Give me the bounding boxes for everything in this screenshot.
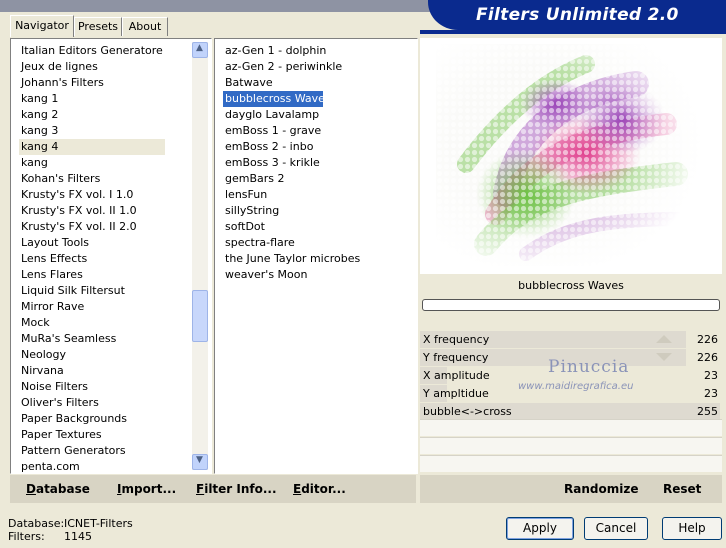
parameter-label: X frequency bbox=[423, 333, 490, 346]
filter-item[interactable]: sillyString bbox=[223, 203, 362, 219]
empty-parameter-row bbox=[420, 437, 722, 454]
category-list[interactable]: Italian Editors Generatore Jeux de lignes… bbox=[19, 43, 165, 475]
category-item[interactable]: kang 4 bbox=[19, 139, 165, 155]
watermark-url: www.maidiregrafica.eu bbox=[518, 381, 634, 392]
tab-about[interactable]: About bbox=[122, 17, 168, 36]
category-item[interactable]: Neology bbox=[19, 347, 165, 363]
scroll-up-button[interactable]: ▲ bbox=[192, 42, 208, 58]
parameter-label: Y ampltidue bbox=[423, 387, 489, 400]
category-item[interactable]: Pattern Generators bbox=[19, 443, 165, 459]
category-item[interactable]: Noise Filters bbox=[19, 379, 165, 395]
parameter-button-bar: Randomize Reset bbox=[420, 475, 722, 503]
filter-item[interactable]: gemBars 2 bbox=[223, 171, 362, 187]
slider-thumb[interactable] bbox=[656, 353, 672, 361]
window-top-strip bbox=[0, 0, 430, 12]
help-button[interactable]: Help bbox=[662, 517, 722, 540]
empty-parameter-row bbox=[420, 419, 722, 436]
parameter-value: 226 bbox=[697, 351, 718, 364]
category-item[interactable]: penta.com bbox=[19, 459, 165, 475]
category-item[interactable]: Jeux de lignes bbox=[19, 59, 165, 75]
parameter-value: 23 bbox=[704, 369, 718, 382]
slider-thumb[interactable] bbox=[656, 335, 672, 343]
filters-count-label: Filters: bbox=[8, 530, 45, 543]
filter-preview-image bbox=[436, 44, 704, 266]
parameter-label: X amplitude bbox=[423, 369, 490, 382]
category-item[interactable]: Nirvana bbox=[19, 363, 165, 379]
filter-item[interactable]: dayglo Lavalamp bbox=[223, 107, 362, 123]
parameter-spacer bbox=[420, 312, 722, 330]
scroll-thumb[interactable] bbox=[192, 290, 208, 342]
parameter-slider[interactable]: bubble<->cross 255 bbox=[420, 403, 722, 420]
category-item[interactable]: Krusty's FX vol. I 1.0 bbox=[19, 187, 165, 203]
database-value: ICNET-Filters bbox=[64, 517, 133, 530]
reset-button[interactable]: Reset bbox=[663, 482, 701, 496]
filter-item[interactable]: lensFun bbox=[223, 187, 362, 203]
category-item[interactable]: Paper Textures bbox=[19, 427, 165, 443]
filter-item[interactable]: softDot bbox=[223, 219, 362, 235]
filter-list[interactable]: az-Gen 1 - dolphin az-Gen 2 - periwinkle B… bbox=[223, 43, 362, 283]
category-list-panel[interactable]: Italian Editors Generatore Jeux de lignes… bbox=[10, 38, 212, 474]
tab-presets[interactable]: Presets bbox=[74, 17, 122, 36]
category-item[interactable]: Italian Editors Generatore bbox=[19, 43, 165, 59]
filter-item[interactable]: weaver's Moon bbox=[223, 267, 362, 283]
category-item[interactable]: Krusty's FX vol. II 1.0 bbox=[19, 203, 165, 219]
filters-count-value: 1145 bbox=[64, 530, 92, 543]
chevron-up-icon: ▲ bbox=[196, 43, 203, 53]
filter-item[interactable]: the June Taylor microbes bbox=[223, 251, 362, 267]
tab-navigator[interactable]: Navigator bbox=[10, 15, 74, 37]
title-banner: Filters Unlimited 2.0 bbox=[428, 0, 726, 30]
category-scrollbar[interactable]: ▲ ▼ bbox=[192, 42, 208, 470]
filter-item[interactable]: bubblecross Waves bbox=[223, 91, 331, 107]
category-item[interactable]: kang 1 bbox=[19, 91, 165, 107]
database-label: Database: bbox=[8, 517, 65, 530]
category-item[interactable]: kang 2 bbox=[19, 107, 165, 123]
parameter-value: 226 bbox=[697, 333, 718, 346]
cancel-button[interactable]: Cancel bbox=[584, 517, 648, 540]
category-item[interactable]: Liquid Silk Filtersut bbox=[19, 283, 165, 299]
apply-button[interactable]: Apply bbox=[506, 517, 574, 540]
parameter-slider[interactable]: X frequency 226 bbox=[420, 331, 722, 348]
preview-filter-name: bubblecross Waves bbox=[420, 276, 722, 296]
scroll-down-button[interactable]: ▼ bbox=[192, 454, 208, 470]
parameter-value: 23 bbox=[704, 387, 718, 400]
filter-info-button[interactable]: Filter Info... bbox=[196, 482, 277, 496]
filter-item[interactable]: Batwave bbox=[223, 75, 362, 91]
empty-parameter-row bbox=[420, 455, 722, 472]
filter-item[interactable]: spectra-flare bbox=[223, 235, 362, 251]
category-item[interactable]: kang 3 bbox=[19, 123, 165, 139]
editor-button[interactable]: Editor... bbox=[293, 482, 346, 496]
banner-underline bbox=[420, 30, 726, 34]
category-item[interactable]: Mirror Rave bbox=[19, 299, 165, 315]
filter-item[interactable]: emBoss 1 - grave bbox=[223, 123, 362, 139]
category-item[interactable]: Kohan's Filters bbox=[19, 171, 165, 187]
parameter-value: 255 bbox=[697, 405, 718, 418]
navigator-button-bar: Database Import... Filter Info... Editor… bbox=[10, 475, 416, 503]
database-button[interactable]: Database bbox=[26, 482, 90, 496]
category-item[interactable]: Oliver's Filters bbox=[19, 395, 165, 411]
category-item[interactable]: kang bbox=[19, 155, 165, 171]
category-item[interactable]: Mock bbox=[19, 315, 165, 331]
filter-list-panel[interactable]: az-Gen 1 - dolphin az-Gen 2 - periwinkle B… bbox=[214, 38, 418, 474]
parameter-label: bubble<->cross bbox=[423, 405, 512, 418]
category-item[interactable]: Lens Effects bbox=[19, 251, 165, 267]
category-item[interactable]: Krusty's FX vol. II 2.0 bbox=[19, 219, 165, 235]
category-item[interactable]: Layout Tools bbox=[19, 235, 165, 251]
filter-item[interactable]: emBoss 3 - krikle bbox=[223, 155, 362, 171]
category-item[interactable]: Lens Flares bbox=[19, 267, 165, 283]
category-item[interactable]: Paper Backgrounds bbox=[19, 411, 165, 427]
preview-frame bbox=[420, 38, 722, 274]
category-item[interactable]: Johann's Filters bbox=[19, 75, 165, 91]
filter-item[interactable]: az-Gen 1 - dolphin bbox=[223, 43, 362, 59]
import-button[interactable]: Import... bbox=[117, 482, 176, 496]
progress-bar bbox=[422, 299, 720, 311]
watermark-name: Pinuccia bbox=[548, 357, 630, 377]
chevron-down-icon: ▼ bbox=[196, 455, 203, 465]
filter-item[interactable]: az-Gen 2 - periwinkle bbox=[223, 59, 362, 75]
app-title: Filters Unlimited 2.0 bbox=[476, 5, 679, 25]
parameter-label: Y frequency bbox=[423, 351, 489, 364]
category-item[interactable]: MuRa's Seamless bbox=[19, 331, 165, 347]
filter-item[interactable]: emBoss 2 - inbo bbox=[223, 139, 362, 155]
randomize-button[interactable]: Randomize bbox=[564, 482, 638, 496]
